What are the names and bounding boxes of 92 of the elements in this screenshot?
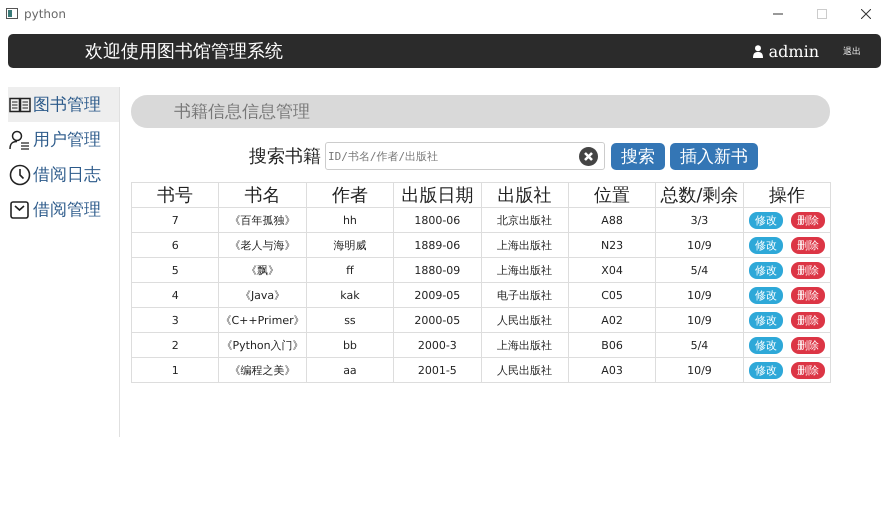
table-cell: 1800-06 — [394, 208, 481, 232]
table-cell: 1 — [132, 358, 219, 382]
inbox-icon — [9, 200, 31, 220]
delete-button[interactable]: 删除 — [790, 336, 825, 354]
table-cell: hh — [306, 208, 394, 232]
table-cell: C05 — [568, 282, 656, 308]
sidebar-item[interactable]: 借阅管理 — [8, 192, 119, 227]
table-cell: X04 — [568, 258, 656, 282]
sidebar-item[interactable]: 图书管理 — [8, 87, 119, 122]
table-cell: bb — [306, 332, 394, 358]
table-cell: kak — [306, 282, 394, 308]
table-cell: 《老人与海》 — [218, 232, 306, 258]
delete-button[interactable]: 删除 — [790, 362, 825, 378]
table-cell: 5/4 — [656, 332, 744, 358]
edit-button[interactable]: 修改 — [748, 336, 783, 354]
table-cell: 2 — [132, 332, 219, 358]
close-icon[interactable] — [861, 8, 871, 18]
search-field[interactable]: ID/书名/作者/出版社 — [325, 142, 605, 170]
app-title: 欢迎使用图书馆管理系统 — [85, 40, 283, 63]
table-cell: 3/3 — [656, 208, 744, 232]
table-cell: 人民出版社 — [481, 358, 568, 382]
sidebar-item[interactable]: 用户管理 — [8, 122, 119, 157]
table-cell: 2000-05 — [394, 308, 481, 332]
table-cell: A03 — [568, 358, 656, 382]
table-cell: 《百年孤独》 — [218, 208, 306, 232]
edit-button[interactable]: 修改 — [748, 236, 783, 254]
delete-button[interactable]: 删除 — [790, 236, 825, 254]
table-cell: 《C++Primer》 — [218, 308, 306, 332]
table-cell: A02 — [568, 308, 656, 332]
table-cell: 上海出版社 — [481, 232, 568, 258]
book-icon — [9, 96, 31, 112]
table-cell: 10/9 — [656, 282, 744, 308]
table-cell: 北京出版社 — [481, 208, 568, 232]
table-cell: 2001-5 — [394, 358, 481, 382]
username: admin — [768, 42, 819, 60]
delete-button[interactable]: 删除 — [790, 262, 825, 278]
table-cell: 3 — [132, 308, 219, 332]
clock-icon — [9, 164, 31, 186]
column-header: 书名 — [218, 182, 306, 208]
edit-button[interactable]: 修改 — [748, 262, 783, 278]
table-cell: 10/9 — [656, 232, 744, 258]
table-cell: ff — [306, 258, 394, 282]
column-header: 作者 — [306, 182, 394, 208]
table-cell: 7 — [132, 208, 219, 232]
user-icon — [752, 44, 763, 58]
table-cell: 《飘》 — [218, 258, 306, 282]
table-cell: 1880-09 — [394, 258, 481, 282]
table-cell: N23 — [568, 232, 656, 258]
column-header: 操作 — [743, 182, 830, 208]
edit-button[interactable]: 修改 — [748, 212, 783, 228]
search-label: 搜索书籍 — [249, 145, 321, 168]
table-cell: 4 — [132, 282, 219, 308]
table-cell: 海明威 — [306, 232, 394, 258]
table-cell: 人民出版社 — [481, 308, 568, 332]
sidebar-item[interactable]: 借阅日志 — [8, 157, 119, 192]
edit-button[interactable]: 修改 — [748, 362, 783, 378]
table-cell: 1889-06 — [394, 232, 481, 258]
table-cell: 6 — [132, 232, 219, 258]
table-cell: 2009-05 — [394, 282, 481, 308]
table-cell: B06 — [568, 332, 656, 358]
table-cell: 《Python入门》 — [218, 332, 306, 358]
table-cell: 《编程之美》 — [218, 358, 306, 382]
table-cell: 5/4 — [656, 258, 744, 282]
column-header: 书号 — [132, 182, 219, 208]
delete-button[interactable]: 删除 — [790, 312, 825, 328]
delete-button[interactable]: 删除 — [790, 212, 825, 228]
add-book-button[interactable]: 插入新书 — [670, 142, 758, 170]
column-header: 总数/剩余 — [656, 182, 744, 208]
table-cell: A88 — [568, 208, 656, 232]
table-cell: 2000-3 — [394, 332, 481, 358]
clear-icon[interactable] — [579, 146, 598, 166]
section-title: 书籍信息信息管理 — [131, 95, 830, 128]
search-button[interactable]: 搜索 — [611, 142, 665, 170]
delete-button[interactable]: 删除 — [790, 286, 825, 304]
logout-button[interactable]: 退出 — [841, 42, 863, 60]
edit-button[interactable]: 修改 — [748, 312, 783, 328]
table-cell: 上海出版社 — [481, 332, 568, 358]
user-list-icon — [9, 130, 31, 150]
app-icon — [6, 8, 18, 19]
table-cell: 上海出版社 — [481, 258, 568, 282]
column-header: 出版日期 — [394, 182, 481, 208]
table-cell: 5 — [132, 258, 219, 282]
table-cell: 电子出版社 — [481, 282, 568, 308]
table-cell: 《Java》 — [218, 282, 306, 308]
table-cell: 10/9 — [656, 358, 744, 382]
column-header: 位置 — [568, 182, 656, 208]
edit-button[interactable]: 修改 — [748, 286, 783, 304]
table-cell: ss — [306, 308, 394, 332]
table-cell: aa — [306, 358, 394, 382]
table-cell: 10/9 — [656, 308, 744, 332]
window-title: python — [24, 6, 66, 20]
column-header: 出版社 — [481, 182, 568, 208]
